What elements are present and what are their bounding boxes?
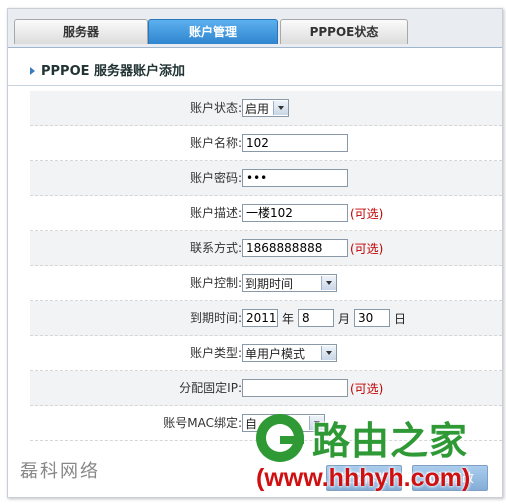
form-row-fixed-ip: 分配固定IP: (可选)	[30, 371, 502, 406]
fixed-ip-label: 分配固定IP:	[179, 381, 242, 395]
logo-text: 路由之家	[312, 419, 469, 463]
contact-input[interactable]: 1868888888	[242, 239, 348, 257]
brand-watermark: 磊科网络	[20, 461, 100, 482]
tab-server[interactable]: 服务器	[14, 19, 148, 44]
chevron-down-icon	[273, 101, 289, 115]
logo-icon	[256, 414, 304, 462]
triangle-right-icon	[30, 67, 35, 75]
tab-pppoe-status[interactable]: PPPOE状态	[280, 19, 408, 44]
type-label: 账户类型:	[189, 346, 242, 360]
name-label: 账户名称:	[189, 136, 242, 150]
status-select[interactable]: 启用	[242, 99, 290, 117]
form-row-description: 账户描述: 一楼102 (可选)	[30, 196, 502, 231]
tab-account-management[interactable]: 账户管理	[148, 19, 278, 44]
month-unit: 月	[338, 311, 351, 326]
mac-bind-label: 账号MAC绑定:	[163, 416, 242, 430]
expiry-year-input[interactable]: 2011	[242, 309, 278, 327]
fixed-ip-input[interactable]	[242, 379, 348, 397]
form-row-expiry: 到期时间: 2011 年 8 月 30 日	[30, 301, 502, 336]
expiry-day-input[interactable]: 30	[354, 309, 391, 327]
expiry-label: 到期时间:	[189, 311, 242, 325]
tab-bar: 服务器 账户管理 PPPOE状态	[8, 9, 502, 48]
section-header: PPPOE 服务器账户添加	[8, 59, 502, 86]
account-name-input[interactable]: 102	[242, 134, 348, 152]
optional-hint: (可选)	[350, 381, 384, 396]
status-label: 账户状态:	[189, 101, 242, 115]
optional-hint: (可选)	[350, 206, 384, 221]
description-label: 账户描述:	[189, 206, 242, 220]
form-row-type: 账户类型: 单用户模式	[30, 336, 502, 371]
chevron-down-icon	[321, 346, 336, 360]
expiry-month-input[interactable]: 8	[298, 309, 335, 327]
logo-url: (www.hhhyh.com)	[256, 464, 471, 492]
account-type-select[interactable]: 单用户模式	[242, 344, 337, 362]
contact-label: 联系方式:	[189, 241, 242, 255]
day-unit: 日	[394, 311, 407, 326]
description-input[interactable]: 一楼102	[242, 204, 348, 222]
chevron-down-icon	[321, 276, 336, 290]
optional-hint: (可选)	[350, 241, 384, 256]
form-row-name: 账户名称: 102	[30, 126, 502, 161]
account-form: 账户状态: 启用 账户名称: 102 账户密码: ••• 账户描述: 一楼102…	[30, 91, 502, 441]
form-row-status: 账户状态: 启用	[30, 91, 502, 126]
form-row-contact: 联系方式: 1868888888 (可选)	[30, 231, 502, 266]
password-input[interactable]: •••	[242, 169, 348, 187]
year-unit: 年	[282, 311, 295, 326]
password-label: 账户密码:	[189, 171, 242, 185]
form-row-password: 账户密码: •••	[30, 161, 502, 196]
control-label: 账户控制:	[189, 276, 242, 290]
site-logo-watermark: 路由之家 (www.hhhyh.com)	[252, 408, 502, 500]
form-row-control: 账户控制: 到期时间	[30, 266, 502, 301]
section-title: PPPOE 服务器账户添加	[41, 64, 186, 79]
account-control-select[interactable]: 到期时间	[242, 274, 337, 292]
